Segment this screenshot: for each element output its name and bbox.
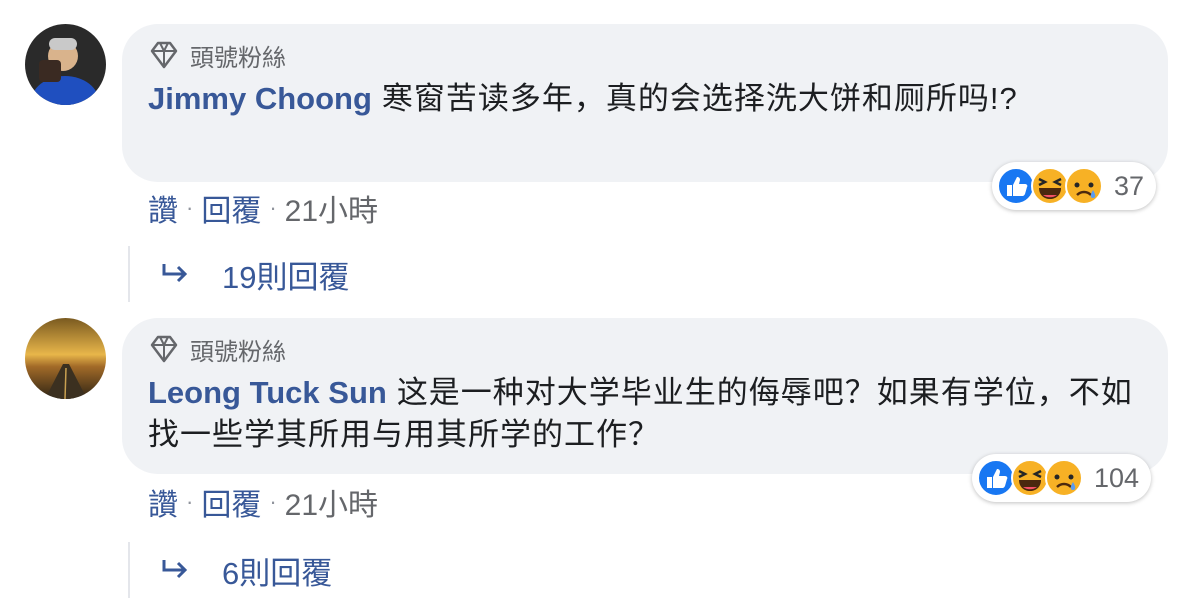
replies-count-label[interactable]: 6則回覆 bbox=[222, 548, 332, 593]
reply-link[interactable]: 回覆 bbox=[201, 480, 261, 524]
top-fan-badge: 頭號粉絲 bbox=[148, 38, 1142, 72]
separator-dot: · bbox=[186, 195, 194, 220]
avatar[interactable] bbox=[25, 24, 106, 105]
comment-text: Leong Tuck Sun 这是一种对大学毕业生的侮辱吧？如果有学位，不如找一些… bbox=[148, 372, 1142, 456]
top-fan-badge: 頭號粉絲 bbox=[148, 332, 1142, 366]
badge-label: 頭號粉絲 bbox=[190, 338, 286, 366]
comment-text: Jimmy Choong 寒窗苦读多年，真的会选择洗大饼和厕所吗!? bbox=[148, 78, 1142, 120]
sad-icon bbox=[1045, 459, 1083, 497]
reaction-summary[interactable]: 37 bbox=[992, 162, 1157, 210]
reply-arrow-icon bbox=[162, 264, 188, 283]
comment-actions: 讚 · 回覆 · 21小時 bbox=[148, 480, 378, 524]
author-name[interactable]: Jimmy Choong bbox=[148, 81, 372, 116]
author-name[interactable]: Leong Tuck Sun bbox=[148, 375, 387, 410]
separator-dot: · bbox=[269, 489, 277, 514]
reaction-count: 37 bbox=[1114, 170, 1145, 201]
separator-dot: · bbox=[269, 195, 277, 220]
reaction-count: 104 bbox=[1094, 462, 1140, 493]
view-replies[interactable]: 6則回覆 bbox=[128, 542, 332, 598]
separator-dot: · bbox=[186, 489, 194, 514]
comment-body: 寒窗苦读多年，真的会选择洗大饼和厕所吗!? bbox=[381, 81, 1018, 116]
avatar[interactable] bbox=[25, 318, 106, 399]
like-link[interactable]: 讚 bbox=[148, 480, 178, 524]
replies-count-label[interactable]: 19則回覆 bbox=[222, 252, 349, 297]
reaction-summary[interactable]: 104 bbox=[972, 454, 1152, 502]
like-link[interactable]: 讚 bbox=[148, 186, 178, 230]
reply-arrow-icon bbox=[162, 560, 188, 579]
comment-bubble: 頭號粉絲 Jimmy Choong 寒窗苦读多年，真的会选择洗大饼和厕所吗!? bbox=[122, 24, 1168, 182]
badge-label: 頭號粉絲 bbox=[190, 44, 286, 72]
sad-icon bbox=[1065, 167, 1103, 205]
comment-bubble: 頭號粉絲 Leong Tuck Sun 这是一种对大学毕业生的侮辱吧？如果有学位，… bbox=[122, 318, 1168, 474]
diamond-icon bbox=[150, 41, 178, 69]
reply-link[interactable]: 回覆 bbox=[201, 186, 261, 230]
comment-actions: 讚 · 回覆 · 21小時 bbox=[148, 186, 378, 230]
timestamp[interactable]: 21小時 bbox=[285, 186, 378, 230]
view-replies[interactable]: 19則回覆 bbox=[128, 246, 349, 302]
timestamp[interactable]: 21小時 bbox=[285, 480, 378, 524]
diamond-icon bbox=[150, 335, 178, 363]
